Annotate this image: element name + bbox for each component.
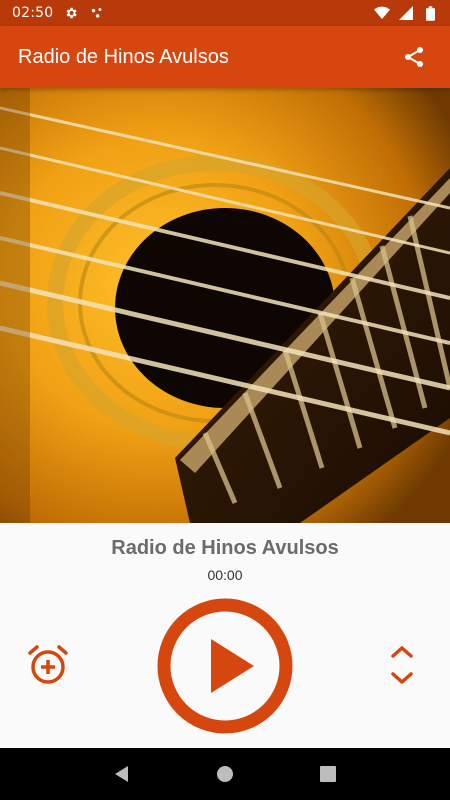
home-button[interactable] <box>205 754 245 794</box>
track-time: 00:00 <box>207 567 243 583</box>
track-title: Radio de Hinos Avulsos <box>111 537 339 559</box>
guitar-image <box>0 88 450 523</box>
alarm-add-icon <box>28 645 68 684</box>
home-icon <box>216 766 233 782</box>
play-icon <box>157 598 293 734</box>
alarm-button[interactable] <box>24 641 72 689</box>
back-button[interactable] <box>102 754 142 794</box>
recents-icon <box>320 766 337 782</box>
unfold-icon <box>391 646 413 684</box>
share-icon <box>405 47 423 67</box>
share-button[interactable] <box>396 39 432 75</box>
app-bar: Radio de Hinos Avulsos <box>0 26 450 88</box>
recents-button[interactable] <box>308 754 348 794</box>
play-button[interactable] <box>156 597 294 735</box>
back-icon <box>114 766 128 782</box>
album-artwork <box>0 88 450 523</box>
gear-icon <box>63 5 79 21</box>
status-bar: 02:50 <box>0 0 450 26</box>
navigation-bar <box>0 748 450 800</box>
expand-button[interactable] <box>386 643 418 687</box>
wifi-icon <box>374 5 390 21</box>
status-time: 02:50 <box>12 5 54 21</box>
battery-icon <box>422 5 438 21</box>
dots-icon <box>89 5 105 21</box>
player-panel: Radio de Hinos Avulsos 00:00 <box>0 523 450 748</box>
app-title: Radio de Hinos Avulsos <box>18 45 229 68</box>
signal-icon <box>398 5 414 21</box>
